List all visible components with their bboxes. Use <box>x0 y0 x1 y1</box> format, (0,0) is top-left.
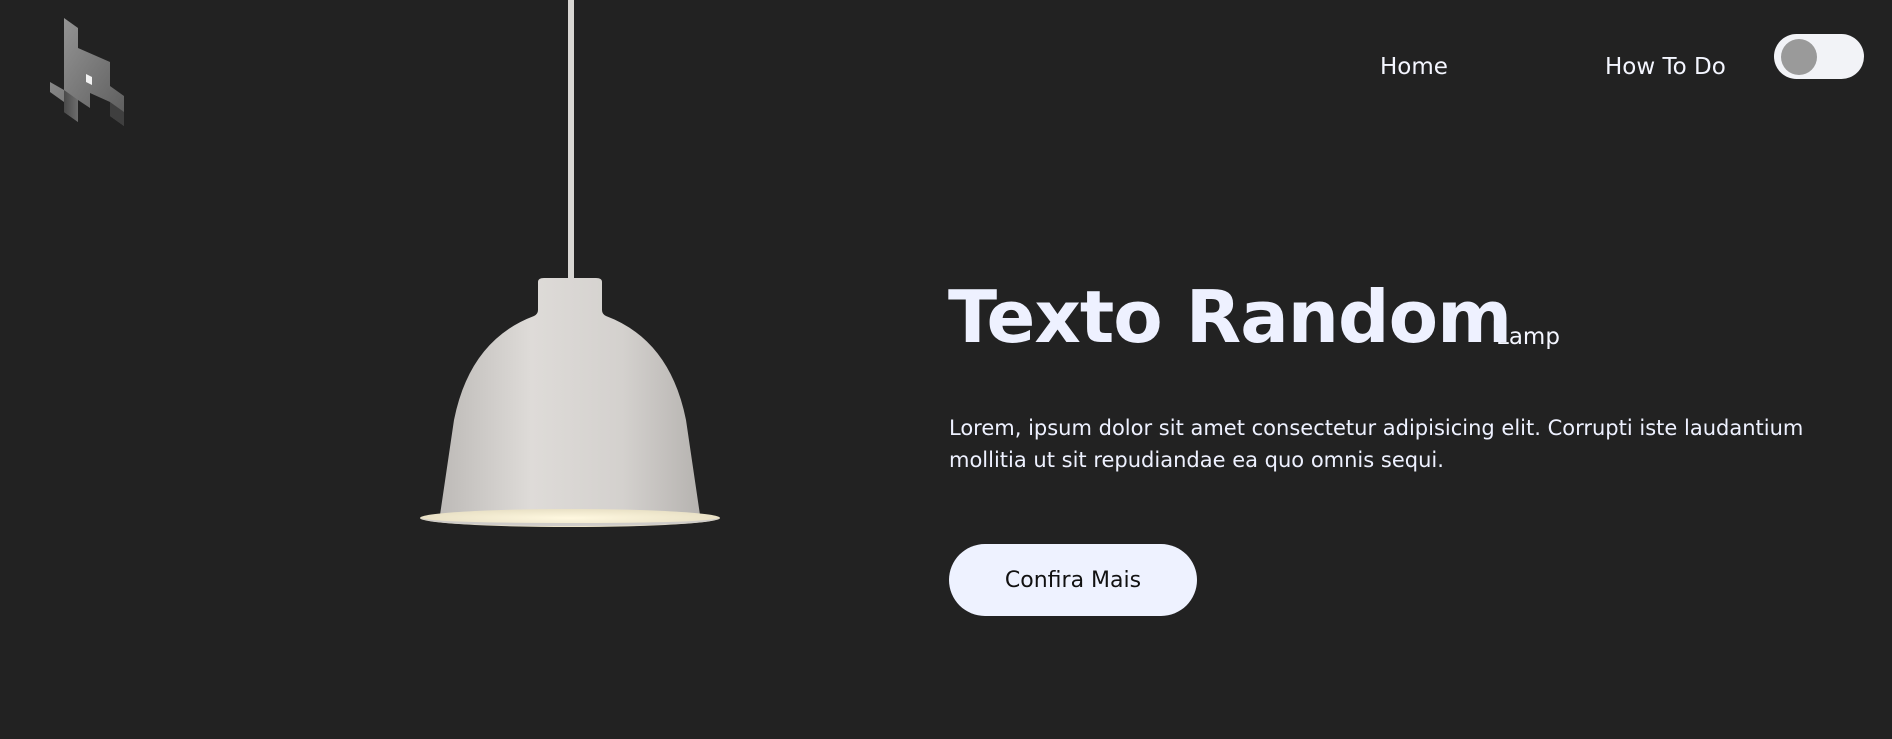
nav-link-how-to-do[interactable]: How To Do <box>1605 52 1726 82</box>
confira-mais-button[interactable]: Confira Mais <box>949 544 1197 616</box>
pendant-lamp-image <box>420 278 720 527</box>
nav-link-home[interactable]: Home <box>1380 52 1448 82</box>
main-nav: Home Lamp How To Do <box>0 52 1892 350</box>
hero-title: Texto Random <box>948 275 1512 359</box>
lamp-cord <box>568 0 574 280</box>
theme-toggle-knob <box>1781 39 1817 75</box>
theme-toggle[interactable] <box>1774 34 1864 79</box>
hero-description: Lorem, ipsum dolor sit amet consectetur … <box>949 416 1804 472</box>
